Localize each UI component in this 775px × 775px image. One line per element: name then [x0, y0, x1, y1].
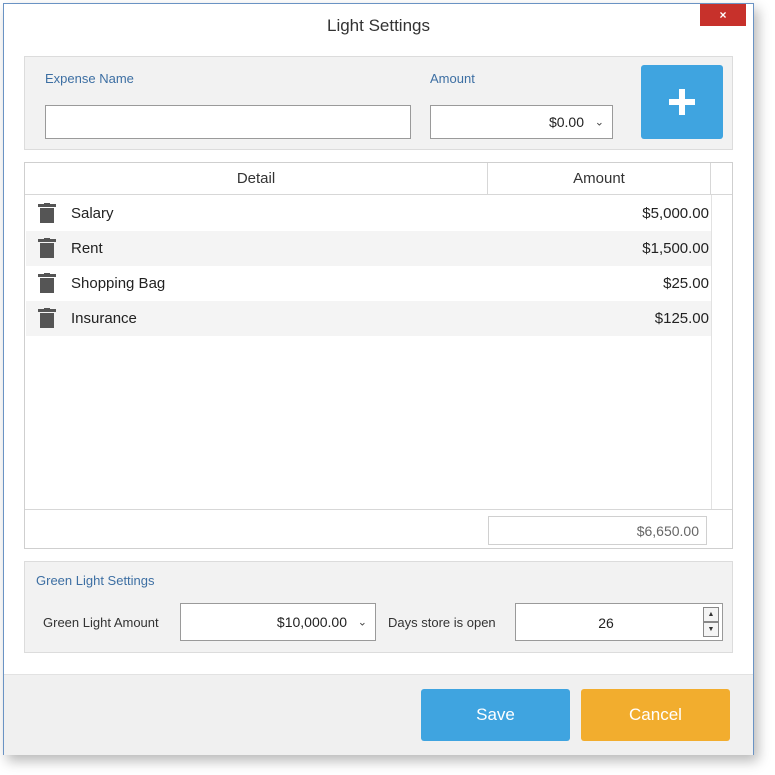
days-open-stepper[interactable]: 26 ▲ ▼: [515, 603, 723, 641]
trash-icon[interactable]: [38, 203, 56, 223]
save-button[interactable]: Save: [421, 689, 570, 741]
cancel-button[interactable]: Cancel: [581, 689, 730, 741]
button-bar: Save Cancel: [4, 674, 753, 755]
table-row[interactable]: Shopping Bag $25.00: [26, 266, 712, 301]
expense-name-label: Expense Name: [45, 71, 134, 86]
close-button[interactable]: ×: [700, 4, 746, 26]
title-bar: Light Settings ×: [4, 4, 753, 40]
green-light-amount-select[interactable]: $10,000.00 ⌄: [180, 603, 376, 641]
row-amount: $125.00: [654, 310, 709, 327]
row-amount: $25.00: [663, 275, 709, 292]
chevron-down-icon: ⌄: [357, 616, 367, 629]
row-detail: Rent: [71, 240, 103, 257]
table-row[interactable]: Insurance $125.00: [26, 301, 712, 336]
grid-footer-divider: [25, 509, 732, 510]
expense-grid: Detail Amount Salary $5,000.00 Rent $1,5…: [24, 162, 733, 549]
row-amount: $1,500.00: [642, 240, 709, 257]
green-light-panel: Green Light Settings Green Light Amount …: [24, 561, 733, 653]
stepper-up-icon[interactable]: ▲: [703, 607, 719, 622]
stepper-down-icon[interactable]: ▼: [703, 622, 719, 637]
days-open-label: Days store is open: [388, 615, 496, 630]
green-light-amount-value: $10,000.00: [276, 614, 347, 630]
table-row[interactable]: Rent $1,500.00: [26, 231, 712, 266]
plus-icon: [669, 89, 695, 115]
close-icon: ×: [719, 8, 727, 22]
chevron-down-icon: ⌄: [594, 116, 604, 129]
amount-label: Amount: [430, 71, 475, 86]
amount-select[interactable]: $0.00 ⌄: [430, 105, 613, 139]
green-light-title: Green Light Settings: [36, 573, 155, 588]
add-expense-button[interactable]: [641, 65, 723, 139]
row-detail: Shopping Bag: [71, 275, 166, 292]
expense-name-input[interactable]: [45, 105, 411, 139]
table-row[interactable]: Salary $5,000.00: [26, 196, 712, 231]
trash-icon[interactable]: [38, 238, 56, 258]
amount-select-value: $0.00: [548, 114, 584, 130]
column-header-detail[interactable]: Detail: [25, 163, 488, 194]
grid-header: Detail Amount: [25, 163, 732, 195]
dialog-title: Light Settings: [326, 16, 430, 35]
green-light-amount-label: Green Light Amount: [43, 615, 159, 630]
row-detail: Salary: [71, 205, 114, 222]
trash-icon[interactable]: [38, 308, 56, 328]
expense-entry-panel: Expense Name Amount $0.00 ⌄: [24, 56, 733, 150]
trash-icon[interactable]: [38, 273, 56, 293]
days-open-value: 26: [598, 615, 614, 631]
light-settings-dialog: Light Settings × Expense Name Amount $0.…: [3, 3, 754, 755]
stepper-arrows: ▲ ▼: [703, 607, 719, 637]
row-amount: $5,000.00: [642, 205, 709, 222]
row-detail: Insurance: [71, 310, 137, 327]
column-header-amount[interactable]: Amount: [488, 163, 711, 194]
column-divider: [711, 195, 712, 509]
total-amount: $6,650.00: [488, 516, 707, 545]
